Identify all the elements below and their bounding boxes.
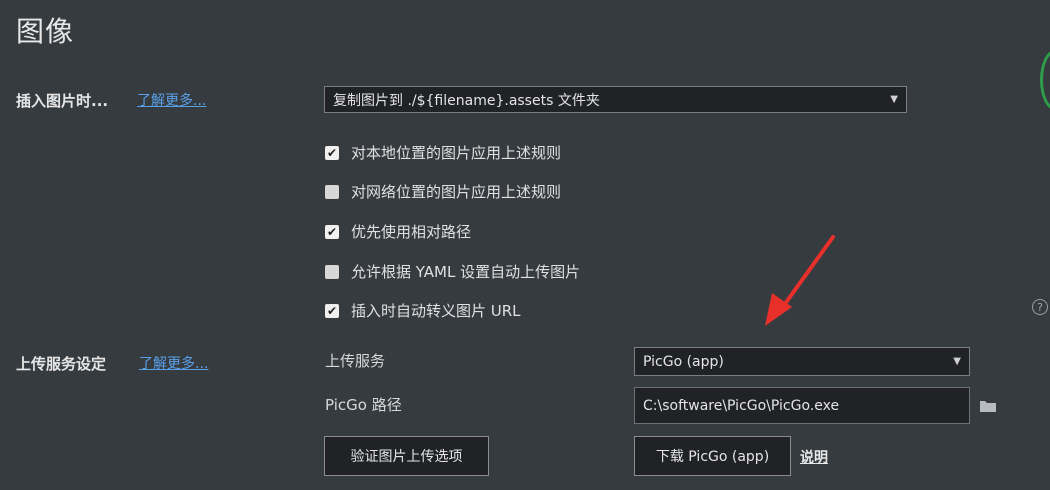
insert-image-label: 插入图片时... (16, 92, 109, 110)
option-label: 插入时自动转义图片 URL (351, 302, 521, 320)
checkmark-icon: ✔ (326, 145, 338, 160)
picgo-path-label: PicGo 路径 (325, 396, 402, 414)
insert-image-learn-more-link[interactable]: 了解更多... (137, 90, 206, 110)
checkmark-icon: ✔ (326, 303, 338, 318)
chevron-down-icon: ▼ (953, 356, 961, 367)
upload-service-label: 上传服务设定 (16, 355, 107, 373)
upload-service-field-label: 上传服务 (325, 352, 386, 370)
insert-image-select-value: 复制图片到 ./${filename}.assets 文件夹 (333, 92, 600, 109)
help-link[interactable]: 说明 (800, 447, 828, 467)
option-escape-url[interactable]: ✔ 插入时自动转义图片 URL (325, 300, 521, 321)
option-network-images[interactable]: 对网络位置的图片应用上述规则 (325, 181, 561, 202)
option-label: 允许根据 YAML 设置自动上传图片 (351, 263, 581, 281)
option-label: 对本地位置的图片应用上述规则 (351, 144, 562, 162)
download-picgo-button[interactable]: 下载 PicGo (app) (634, 436, 791, 476)
upload-service-select-value: PicGo (app) (643, 353, 724, 370)
option-local-images[interactable]: ✔ 对本地位置的图片应用上述规则 (325, 142, 561, 163)
checkbox-yaml-upload[interactable] (325, 264, 339, 279)
checkmark-icon: ✔ (326, 224, 338, 239)
checkbox-local-images[interactable]: ✔ (325, 145, 339, 160)
chevron-down-icon: ▼ (890, 94, 898, 105)
option-yaml-upload[interactable]: 允许根据 YAML 设置自动上传图片 (325, 261, 580, 282)
checkbox-network-images[interactable] (325, 184, 339, 199)
folder-icon[interactable] (979, 398, 997, 417)
checkbox-escape-url[interactable]: ✔ (325, 303, 339, 318)
option-label: 对网络位置的图片应用上述规则 (351, 183, 562, 201)
help-icon[interactable]: ? (1032, 299, 1048, 315)
checkbox-relative-path[interactable]: ✔ (325, 224, 339, 239)
insert-image-select[interactable]: 复制图片到 ./${filename}.assets 文件夹 ▼ (324, 86, 907, 113)
picgo-path-value: C:\software\PicGo\PicGo.exe (643, 397, 840, 414)
verify-upload-button[interactable]: 验证图片上传选项 (324, 436, 489, 476)
green-circle-indicator (1040, 50, 1050, 110)
upload-service-select[interactable]: PicGo (app) ▼ (634, 347, 970, 376)
option-relative-path[interactable]: ✔ 优先使用相对路径 (325, 221, 471, 242)
upload-service-learn-more-link[interactable]: 了解更多... (139, 353, 208, 373)
settings-page: 图像 插入图片时... 了解更多... 复制图片到 ./${filename}.… (0, 0, 1050, 490)
picgo-path-input[interactable]: C:\software\PicGo\PicGo.exe (634, 387, 970, 424)
page-title: 图像 (16, 15, 75, 48)
option-label: 优先使用相对路径 (351, 223, 472, 241)
